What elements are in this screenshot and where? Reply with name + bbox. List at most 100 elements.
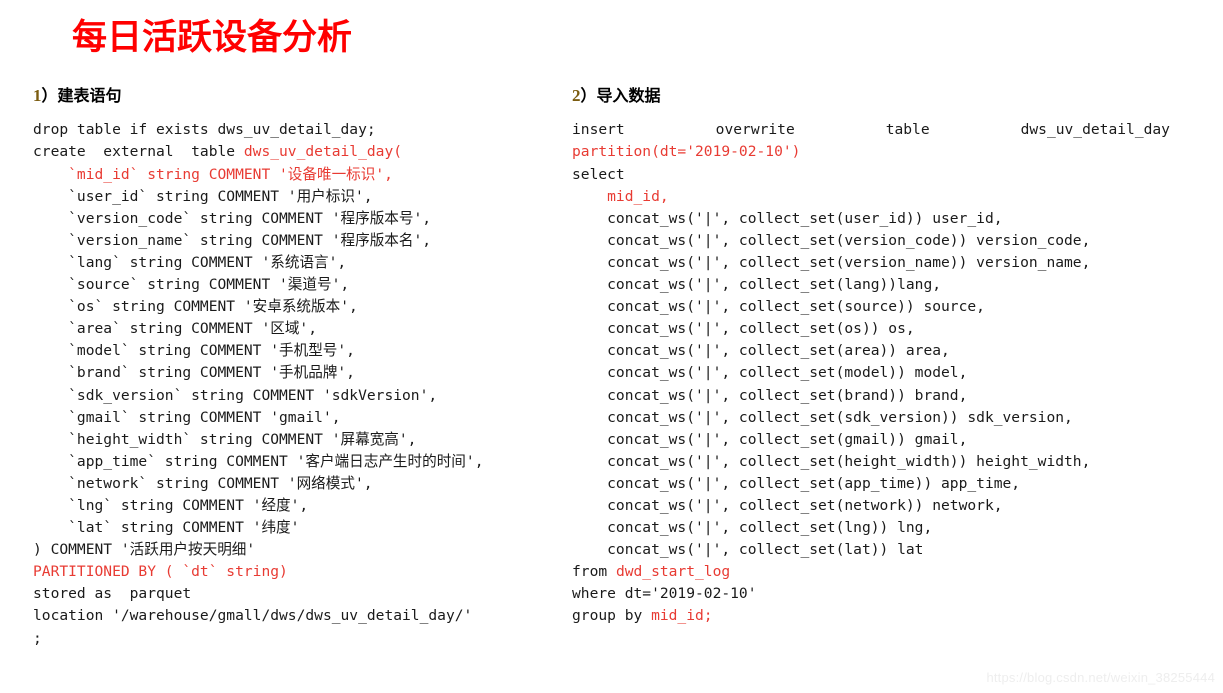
code-line: mid_id, [572,186,1172,208]
code-line: `os` string COMMENT '安卓系统版本', [33,296,578,318]
code-line: concat_ws('|', collect_set(source)) sour… [572,296,1172,318]
code-token: concat_ws('|', collect_set(os)) os, [572,320,915,338]
code-line: concat_ws('|', collect_set(network)) net… [572,495,1172,517]
code-line: concat_ws('|', collect_set(model)) model… [572,362,1172,384]
code-token: where dt='2019-02-10' [572,585,757,603]
code-line: `lang` string COMMENT '系统语言', [33,252,578,274]
code-token: mid_id, [572,187,669,205]
code-token: `brand` string COMMENT '手机品牌', [33,364,355,382]
code-line: `brand` string COMMENT '手机品牌', [33,362,578,384]
code-line: `area` string COMMENT '区域', [33,318,578,340]
code-token: group by [572,607,652,625]
code-line: location '/warehouse/gmall/dws/dws_uv_de… [33,605,578,627]
code-line: `height_width` string COMMENT '屏幕宽高', [33,429,578,451]
create-table-code-block: drop table if exists dws_uv_detail_day;c… [33,119,578,649]
left-section-number: 1 [33,86,42,105]
code-line: ; [33,628,578,650]
code-line: drop table if exists dws_uv_detail_day; [33,119,578,141]
code-token: concat_ws('|', collect_set(app_time)) ap… [572,474,1021,492]
code-line: `gmail` string COMMENT 'gmail', [33,407,578,429]
code-line: group by mid_id; [572,605,1172,627]
code-line: where dt='2019-02-10' [572,583,1172,605]
insert-data-code-block: insert overwrite table dws_uv_detail_day par… [572,119,1172,627]
right-column: 2）导入数据 insert overwrite table dws_uv_detail… [572,86,1172,628]
code-token: ) COMMENT '活跃用户按天明细' [33,541,256,559]
right-section-label: ）导入数据 [580,86,661,105]
code-token: `version_code` string COMMENT '程序版本号', [33,209,432,227]
left-section-label: ）建表语句 [41,86,122,105]
code-line: `version_code` string COMMENT '程序版本号', [33,208,578,230]
code-line: `model` string COMMENT '手机型号', [33,340,578,362]
page-title: 每日活跃设备分析 [72,18,353,57]
code-token: insert [572,121,625,139]
code-line: `lat` string COMMENT '纬度' [33,517,578,539]
code-token: concat_ws('|', collect_set(gmail)) gmail… [572,430,968,448]
code-token: `mid_id` string COMMENT '设备唯一标识', [33,165,393,183]
code-line: concat_ws('|', collect_set(lng)) lng, [572,517,1172,539]
code-line-justified: insert overwrite table dws_uv_detail_day [572,119,1170,141]
right-section-heading: 2）导入数据 [572,86,1172,106]
code-line: `sdk_version` string COMMENT 'sdkVersion… [33,385,578,407]
code-token: `app_time` string COMMENT '客户端日志产生时的时间', [33,452,484,470]
code-token: `lng` string COMMENT '经度', [33,496,309,514]
code-line: partition(dt='2019-02-10') [572,141,1172,163]
code-token: `height_width` string COMMENT '屏幕宽高', [33,430,417,448]
code-token: concat_ws('|', collect_set(height_width)… [572,452,1091,470]
code-line: concat_ws('|', collect_set(area)) area, [572,340,1172,362]
code-token: dws_uv_detail_day( [243,143,403,161]
code-line: `source` string COMMENT '渠道号', [33,274,578,296]
code-line: `user_id` string COMMENT '用户标识', [33,186,578,208]
code-line: concat_ws('|', collect_set(app_time)) ap… [572,473,1172,495]
code-line: concat_ws('|', collect_set(lat)) lat [572,539,1172,561]
code-token: create external table [33,143,244,161]
code-token: `sdk_version` string COMMENT 'sdkVersion… [33,386,438,404]
code-line: concat_ws('|', collect_set(brand)) brand… [572,385,1172,407]
code-token: `model` string COMMENT '手机型号', [33,342,355,360]
code-token: concat_ws('|', collect_set(user_id)) use… [572,209,1003,227]
code-line: from dwd_start_log [572,561,1172,583]
code-token: concat_ws('|', collect_set(lng)) lng, [572,519,933,537]
code-token: `user_id` string COMMENT '用户标识', [33,187,373,205]
code-token: concat_ws('|', collect_set(area)) area, [572,342,950,360]
code-token: select [572,165,625,183]
code-line: stored as parquet [33,583,578,605]
code-token: `os` string COMMENT '安卓系统版本', [33,298,358,316]
code-line: `lng` string COMMENT '经度', [33,495,578,517]
code-token: concat_ws('|', collect_set(source)) sour… [572,298,985,316]
code-line: concat_ws('|', collect_set(user_id)) use… [572,208,1172,230]
left-column: 1）建表语句 drop table if exists dws_uv_detai… [33,86,578,650]
code-token: concat_ws('|', collect_set(version_name)… [572,253,1091,271]
code-line: concat_ws('|', collect_set(sdk_version))… [572,407,1172,429]
code-line: `mid_id` string COMMENT '设备唯一标识', [33,164,578,186]
code-token: location '/warehouse/gmall/dws/dws_uv_de… [33,607,473,625]
right-section-number: 2 [572,86,581,105]
code-token: concat_ws('|', collect_set(network)) net… [572,496,1003,514]
code-line: select [572,164,1172,186]
code-token: from [572,563,616,581]
left-section-heading: 1）建表语句 [33,86,578,106]
code-line: create external table dws_uv_detail_day( [33,141,578,163]
code-token: partition(dt='2019-02-10') [572,143,801,161]
code-token: ; [33,629,42,647]
code-token: `gmail` string COMMENT 'gmail', [33,408,341,426]
code-token: concat_ws('|', collect_set(sdk_version))… [572,408,1073,426]
code-token: concat_ws('|', collect_set(version_code)… [572,231,1091,249]
code-token: concat_ws('|', collect_set(brand)) brand… [572,386,968,404]
code-line: `version_name` string COMMENT '程序版本名', [33,230,578,252]
code-token: concat_ws('|', collect_set(model)) model… [572,364,968,382]
code-line: concat_ws('|', collect_set(version_code)… [572,230,1172,252]
code-line: concat_ws('|', collect_set(gmail)) gmail… [572,429,1172,451]
code-token: concat_ws('|', collect_set(lang))lang, [572,276,942,294]
code-line: concat_ws('|', collect_set(os)) os, [572,318,1172,340]
code-token: `lat` string COMMENT '纬度' [33,519,300,537]
code-line: ) COMMENT '活跃用户按天明细' [33,539,578,561]
code-token: `network` string COMMENT '网络模式', [33,474,373,492]
code-token: overwrite [715,121,795,139]
code-line: PARTITIONED BY ( `dt` string) [33,561,578,583]
code-token: stored as parquet [33,585,192,603]
code-line: `app_time` string COMMENT '客户端日志产生时的时间', [33,451,578,473]
code-token: drop table if exists dws_uv_detail_day; [33,121,376,139]
watermark: https://blog.csdn.net/weixin_38255444 [986,670,1215,685]
code-token: `version_name` string COMMENT '程序版本名', [33,231,432,249]
code-token: dwd_start_log [615,563,731,581]
